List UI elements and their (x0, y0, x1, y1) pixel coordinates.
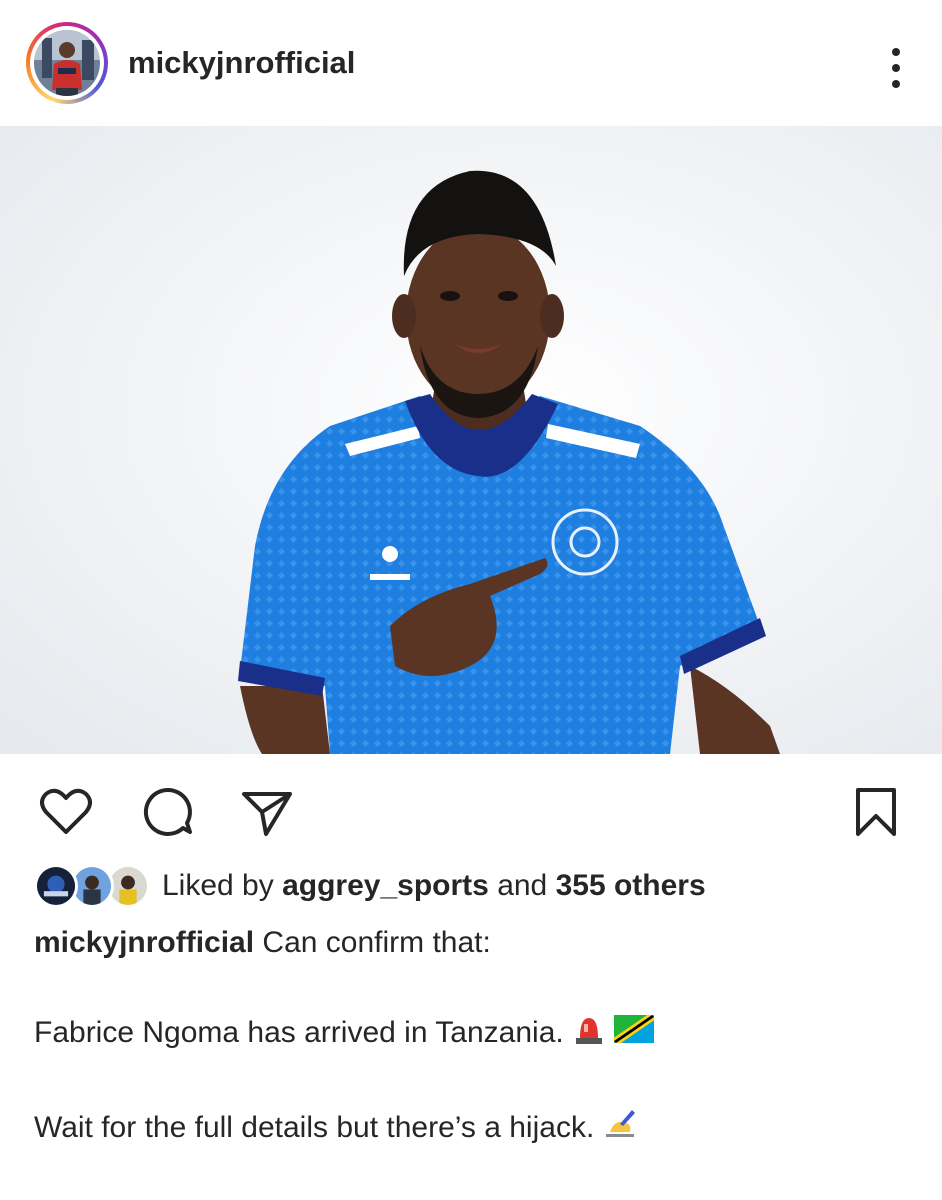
bookmark-icon[interactable] (846, 782, 906, 842)
writing-hand-icon (602, 1106, 638, 1150)
post-username[interactable]: mickyjnrofficial (128, 45, 355, 81)
heart-icon[interactable] (36, 782, 96, 842)
liker-avatars (34, 864, 150, 908)
siren-icon (572, 1012, 606, 1054)
caption-line-2: Fabrice Ngoma has arrived in Tanzania. (34, 1016, 564, 1049)
post-header: mickyjnrofficial (0, 0, 942, 126)
likes-text: Liked by aggrey_sports and 355 others (162, 869, 706, 903)
action-bar (0, 754, 942, 858)
post-photo[interactable] (0, 126, 942, 754)
likes-summary[interactable]: Liked by aggrey_sports and 355 others (34, 862, 706, 910)
liker-avatar (34, 864, 78, 908)
caption-username[interactable]: mickyjnrofficial (34, 926, 254, 959)
caption-line-2-row: Fabrice Ngoma has arrived in Tanzania. (34, 1012, 656, 1054)
likes-prefix: Liked by (162, 869, 274, 902)
likes-others-link[interactable]: 355 others (556, 869, 706, 902)
profile-avatar[interactable] (26, 22, 108, 104)
avatar-image (34, 30, 100, 96)
likes-joiner: and (497, 869, 548, 902)
send-icon[interactable] (236, 782, 296, 842)
caption: mickyjnrofficial Can confirm that: (34, 920, 914, 966)
caption-line-3-row: Wait for the full details but there’s a … (34, 1106, 638, 1150)
tanzania-flag-icon (611, 1013, 656, 1051)
caption-line-1: Can confirm that: (262, 926, 491, 959)
likes-user-link[interactable]: aggrey_sports (282, 869, 489, 902)
caption-line-3: Wait for the full details but there’s a … (34, 1111, 595, 1144)
more-vertical-icon[interactable] (888, 48, 904, 88)
comment-icon[interactable] (138, 782, 198, 842)
